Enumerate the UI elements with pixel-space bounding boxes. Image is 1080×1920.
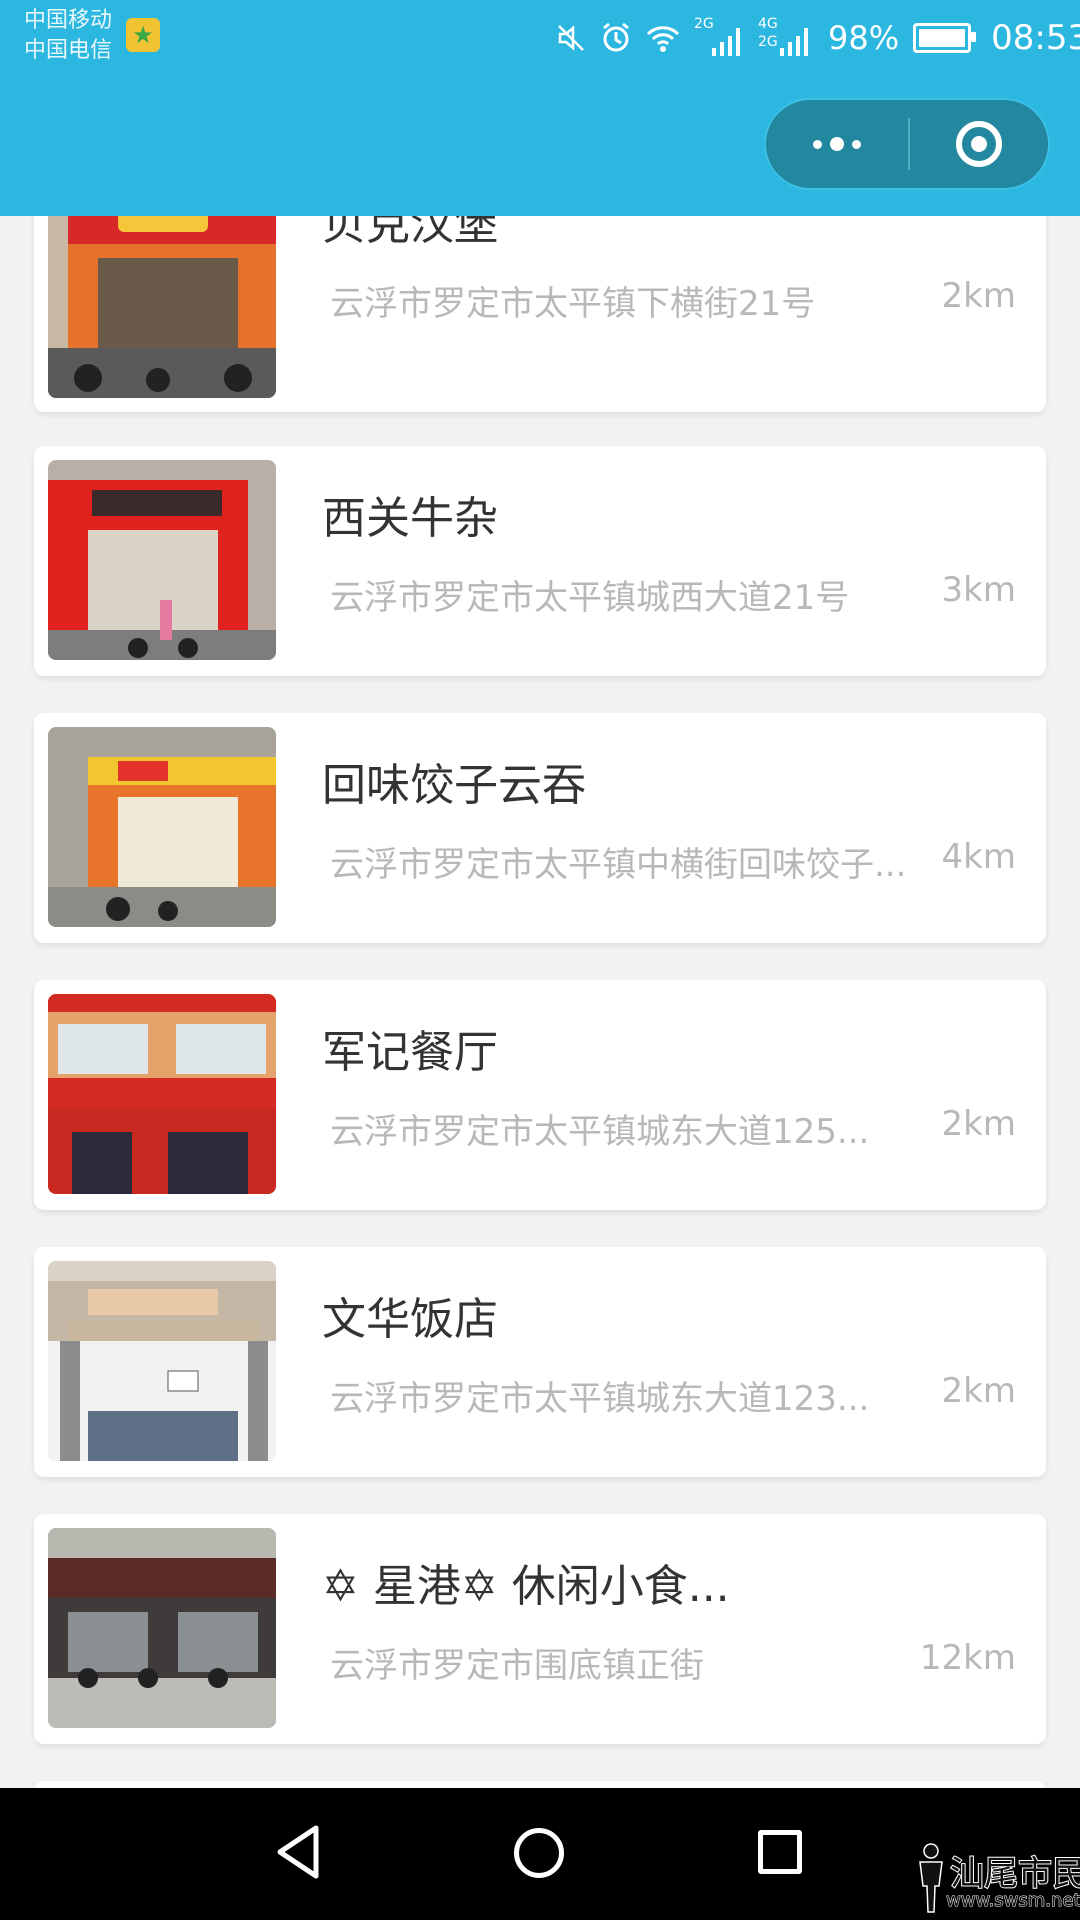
network-type-2: 4G <box>758 16 778 32</box>
battery-percent: 98% <box>828 19 900 57</box>
system-icons: 2G 4G 2G 98% 08:53 <box>556 16 1080 58</box>
target-icon <box>956 121 1002 167</box>
restaurant-address: 云浮市罗定市太平镇城东大道125... <box>330 1112 870 1152</box>
carrier-info: 中国移动 中国电信 <box>24 6 112 66</box>
signal-2g: 2G <box>694 16 744 56</box>
network-type-3: 2G <box>758 34 778 50</box>
restaurant-card[interactable]: 回味饺子云吞 云浮市罗定市太平镇中横街回味饺子... 4km <box>34 713 1046 943</box>
restaurant-distance: 12km <box>919 1638 1016 1678</box>
restaurant-address: 云浮市罗定市太平镇下横街21号 <box>330 284 816 324</box>
restaurant-name: 西关牛杂 <box>322 493 498 544</box>
signal-bars-icon <box>712 28 740 56</box>
restaurant-card[interactable] <box>34 1781 1046 1788</box>
alarm-icon <box>603 22 629 52</box>
restaurant-card[interactable]: ✡ 星港✡ 休闲小食... 云浮市罗定市围底镇正街 12km <box>34 1514 1046 1744</box>
restaurant-address: 云浮市罗定市太平镇城西大道21号 <box>330 578 850 618</box>
restaurant-address: 云浮市罗定市太平镇中横街回味饺子... <box>330 845 907 885</box>
restaurant-address: 云浮市罗定市围底镇正街 <box>330 1646 704 1686</box>
restaurant-photo <box>48 727 276 927</box>
more-dot-center <box>830 137 844 151</box>
battery-icon <box>913 23 977 53</box>
star-badge-icon: ★ <box>126 18 160 52</box>
restaurant-name: 文华饭店 <box>322 1294 498 1345</box>
restaurant-card[interactable]: 西关牛杂 云浮市罗定市太平镇城西大道21号 3km <box>34 446 1046 676</box>
status-bar: 中国移动 中国电信 ★ 2G 4G 2G 98% 08:53 <box>0 0 1080 216</box>
restaurant-distance: 2km <box>941 1104 1016 1144</box>
restaurant-card[interactable]: 文华饭店 云浮市罗定市太平镇城东大道123... 2km <box>34 1247 1046 1477</box>
restaurant-card[interactable]: 贝克汉堡 云浮市罗定市太平镇下横街21号 2km <box>34 216 1046 412</box>
home-icon[interactable] <box>514 1828 564 1878</box>
miniprogram-capsule <box>764 98 1050 190</box>
restaurant-distance: 2km <box>941 1371 1016 1411</box>
restaurant-distance: 2km <box>941 276 1016 316</box>
mute-icon <box>558 25 584 51</box>
restaurant-photo <box>48 1261 276 1461</box>
back-icon[interactable] <box>274 1824 322 1880</box>
carrier-2: 中国电信 <box>24 38 113 63</box>
restaurant-address: 云浮市罗定市太平镇城东大道123... <box>330 1379 870 1419</box>
restaurant-distance: 4km <box>941 837 1016 877</box>
close-button[interactable] <box>910 100 1048 188</box>
restaurant-list: 贝克汉堡 云浮市罗定市太平镇下横街21号 2km 西关牛杂 云浮市罗定市太平镇城… <box>0 216 1080 1788</box>
more-dots-icon <box>813 139 822 149</box>
watermark-url: www.swsm.net <box>946 1890 1080 1912</box>
restaurant-name: ✡ 星港✡ 休闲小食... <box>322 1561 730 1612</box>
network-type-1: 2G <box>694 16 714 32</box>
restaurant-name: 回味饺子云吞 <box>322 760 586 811</box>
signal-bars-icon-2 <box>780 28 808 56</box>
restaurant-name: 军记餐厅 <box>322 1027 498 1078</box>
restaurant-name: 贝克汉堡 <box>322 216 498 250</box>
restaurant-photo <box>48 460 276 660</box>
more-dot-right <box>852 139 861 149</box>
recent-apps-icon[interactable] <box>758 1830 802 1874</box>
signal-4g: 4G 2G <box>758 16 814 56</box>
restaurant-photo <box>48 1528 276 1728</box>
site-watermark: 汕尾市民网 www.swsm.net <box>910 1838 1080 1920</box>
clock: 08:53 <box>991 18 1080 58</box>
restaurant-photo <box>48 994 276 1194</box>
restaurant-card[interactable]: 军记餐厅 云浮市罗定市太平镇城东大道125... 2km <box>34 980 1046 1210</box>
wifi-icon <box>646 26 680 52</box>
watermark-text: 汕尾市民网 <box>949 1853 1080 1895</box>
figure-icon <box>919 1843 943 1913</box>
more-button[interactable] <box>766 100 908 188</box>
restaurant-distance: 3km <box>941 570 1016 610</box>
restaurant-photo <box>48 216 276 398</box>
carrier-1: 中国移动 <box>24 8 113 33</box>
